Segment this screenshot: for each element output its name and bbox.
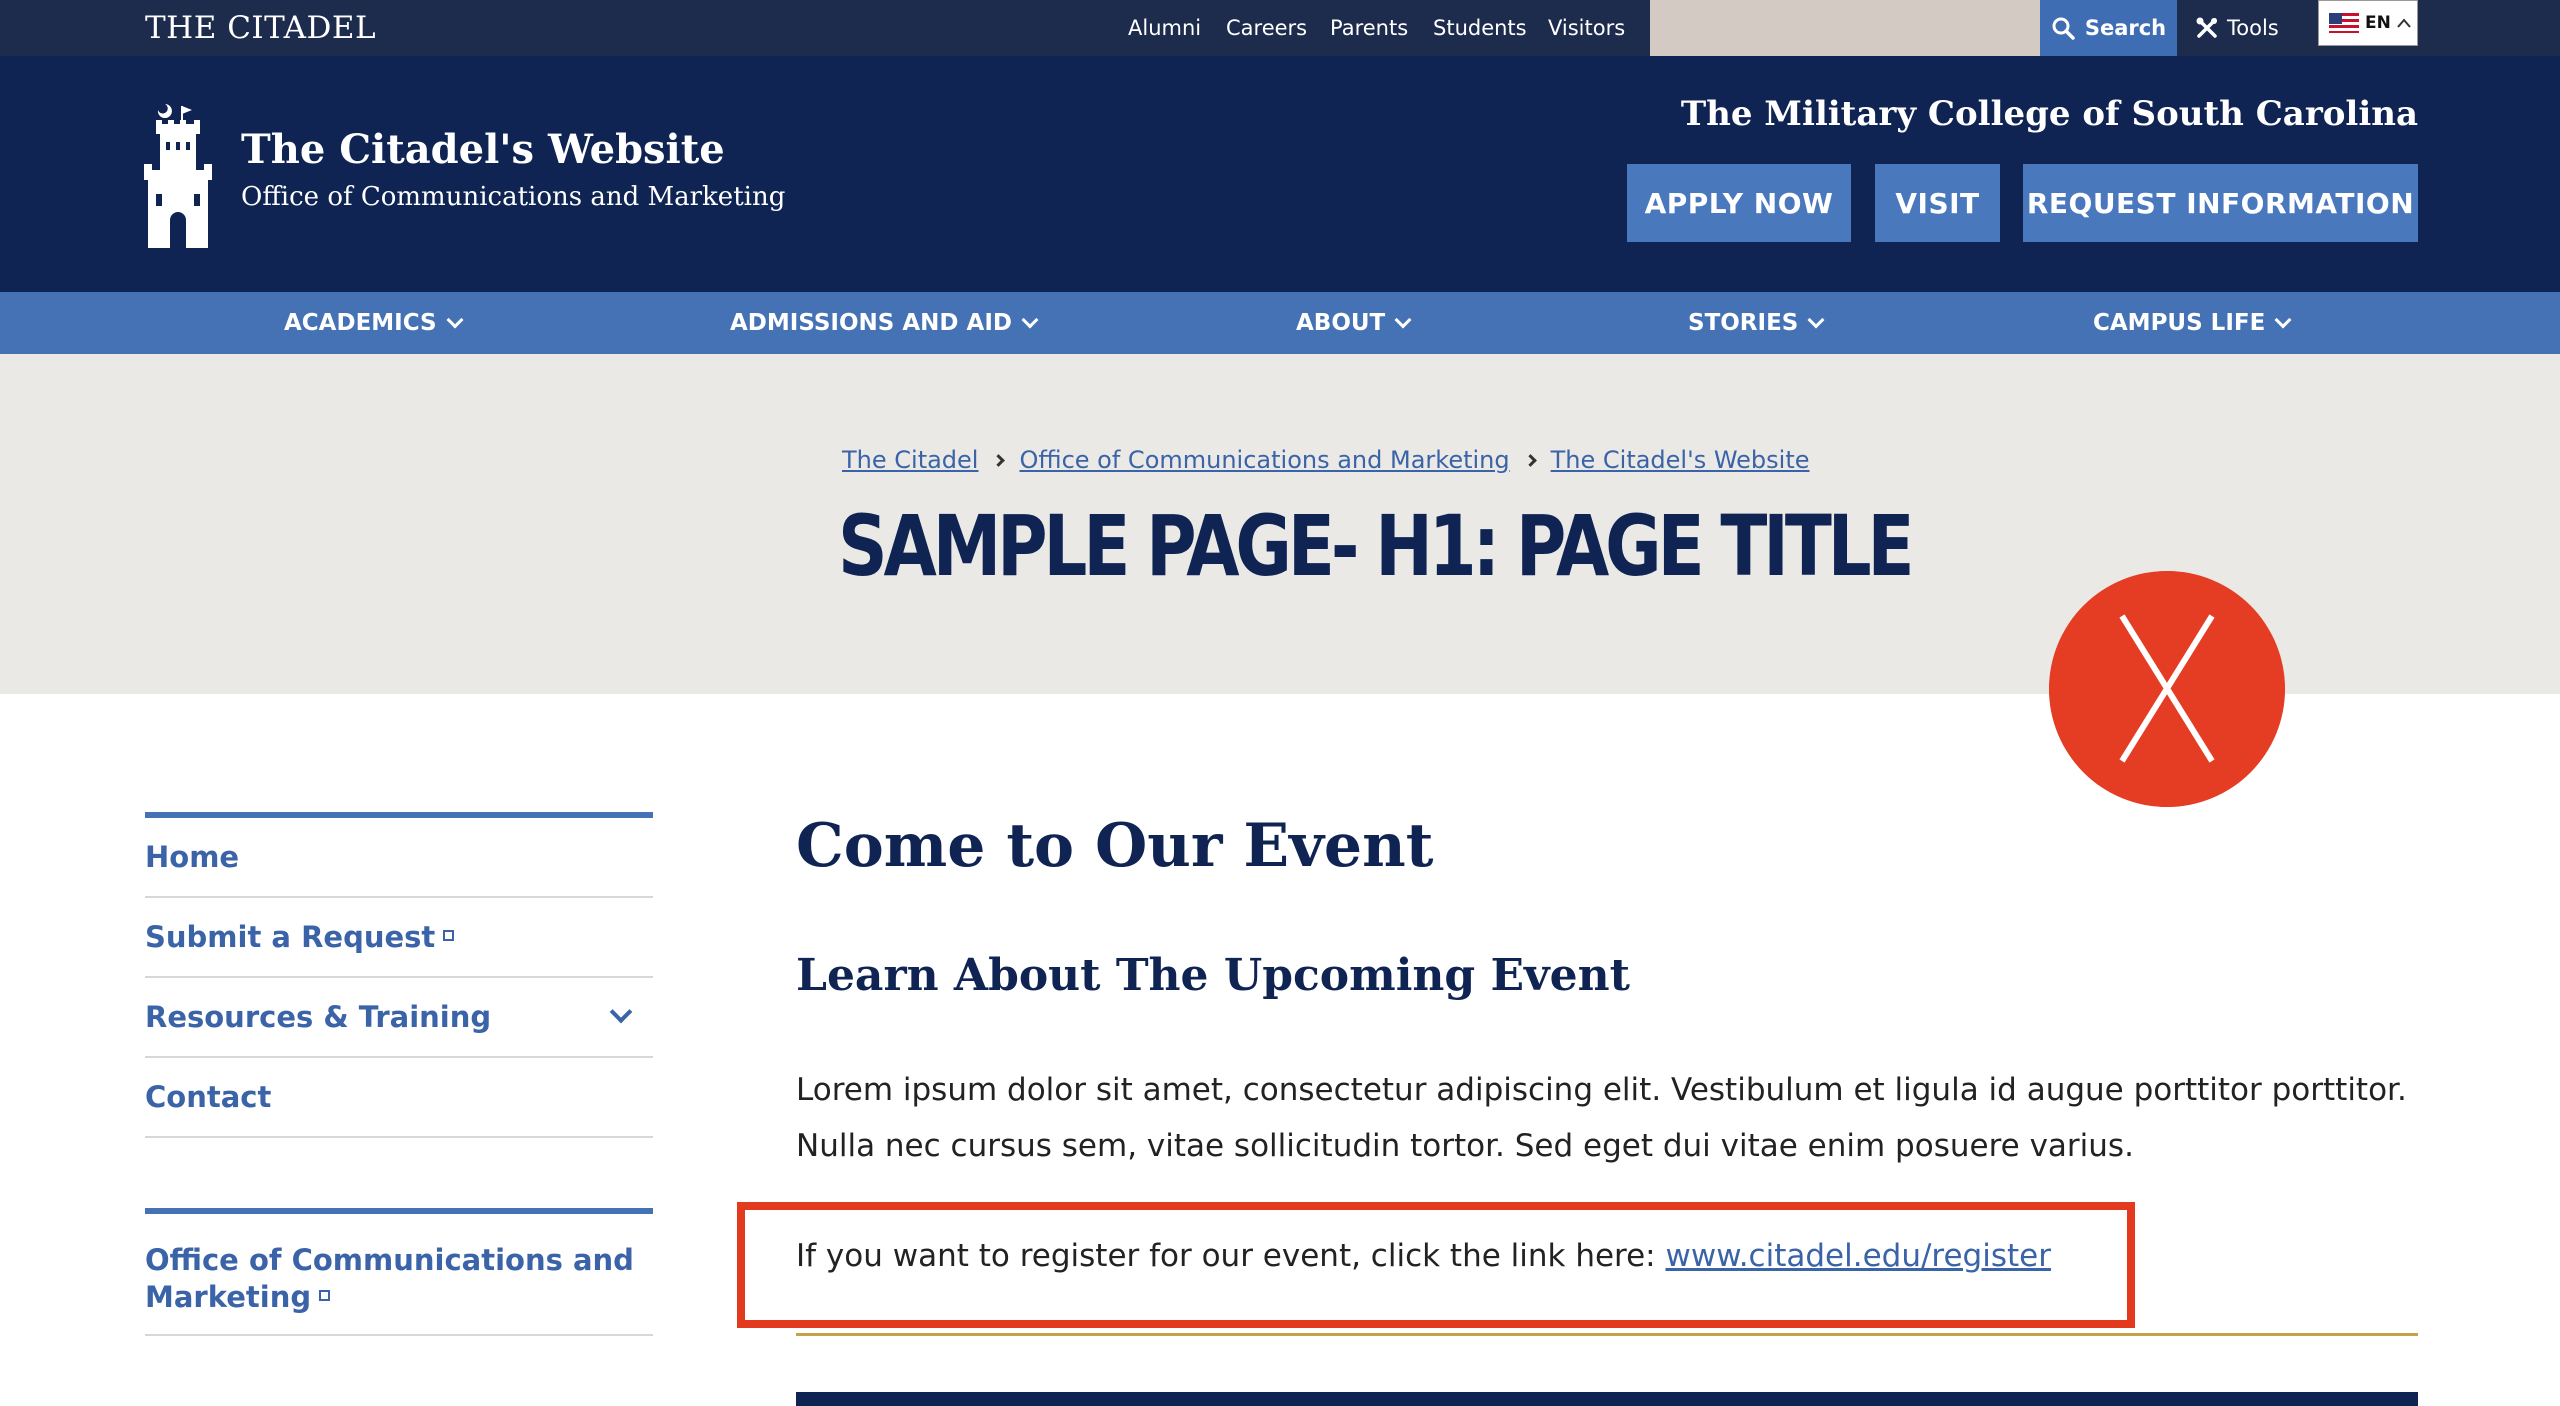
nav-academics[interactable]: ACADEMICS [284,292,464,354]
site-title[interactable]: The Citadel's Website [241,124,725,176]
sidebar-item-resources-training[interactable]: Resources & Training [145,978,653,1058]
language-selector[interactable]: EN [2318,0,2418,46]
nav-academics-label: ACADEMICS [284,310,437,336]
sidebar-item-label: Resources & Training [145,1000,492,1034]
chevron-down-icon [1394,311,1412,329]
language-label: EN [2365,13,2391,33]
chevron-down-icon [446,311,464,329]
nav-campus-life-label: CAMPUS LIFE [2093,310,2266,336]
nav-about[interactable]: ABOUT [1296,292,1412,354]
breadcrumb-link-citadel[interactable]: The Citadel [842,446,978,474]
chevron-right-icon [1523,453,1537,467]
sidebar-office-label: Office of Communications and Marketing [145,1243,634,1314]
util-link-careers[interactable]: Careers [1226,14,1307,42]
content-heading: Come to Our Event [796,811,1434,881]
chevron-down-icon [1021,311,1039,329]
search-button[interactable]: Search [2040,0,2177,56]
util-link-parents[interactable]: Parents [1330,14,1408,42]
tools-label: Tools [2227,16,2279,40]
visit-button[interactable]: VISIT [1875,164,2000,242]
masthead: The Citadel's Website Office of Communic… [0,56,2560,292]
request-information-button[interactable]: REQUEST INFORMATION [2023,164,2418,242]
chevron-up-icon [2397,18,2411,28]
chevron-down-icon [1807,311,1825,329]
nav-admissions-label: ADMISSIONS AND AID [730,310,1012,336]
sidebar-item-label: Contact [145,1080,272,1114]
tools-button[interactable]: Tools [2195,0,2279,56]
nav-stories-label: STORIES [1688,310,1799,336]
nav-stories[interactable]: STORIES [1688,292,1825,354]
apply-now-button[interactable]: APPLY NOW [1627,164,1851,242]
page-title: SAMPLE PAGE- H1: PAGE TITLE [838,497,1915,595]
tools-icon [2196,17,2217,38]
search-button-label: Search [2084,16,2167,40]
sidebar-item-home[interactable]: Home [145,818,653,898]
breadcrumb: The Citadel Office of Communications and… [842,446,1810,474]
content-subheading: Learn About The Upcoming Event [796,950,1630,1001]
chevron-right-icon [992,453,1006,467]
nav-about-label: ABOUT [1296,310,1386,336]
sidebar-item-label: Home [145,840,240,874]
breadcrumb-link-website[interactable]: The Citadel's Website [1551,446,1810,474]
utility-bar: THE CITADEL Alumni Careers Parents Stude… [0,0,2560,56]
gold-divider [796,1333,2418,1336]
college-tagline: The Military College of South Carolina [1680,94,2418,134]
util-link-visitors[interactable]: Visitors [1548,14,1625,42]
chevron-down-icon[interactable] [609,1000,633,1024]
chevron-down-icon [2274,311,2292,329]
sidebar-item-submit-request[interactable]: Submit a Request [145,898,653,978]
citadel-wordmark[interactable]: THE CITADEL [145,8,376,48]
util-link-students[interactable]: Students [1433,14,1527,42]
site-subtitle[interactable]: Office of Communications and Marketing [241,180,785,214]
external-link-icon [443,930,455,941]
x-mark-icon [2049,571,2285,807]
main-navigation: ACADEMICS ADMISSIONS AND AID ABOUT STORI… [0,292,2560,354]
castle-logo[interactable] [142,102,214,250]
us-flag-icon [2329,13,2359,33]
search-icon [2052,17,2075,40]
breadcrumb-link-office[interactable]: Office of Communications and Marketing [1019,446,1509,474]
search-input[interactable] [1650,0,2040,56]
sidebar-office-link[interactable]: Office of Communications and Marketing [145,1214,653,1336]
annotation-highlight-box [737,1202,2135,1328]
navy-strip [796,1392,2418,1406]
nav-campus-life[interactable]: CAMPUS LIFE [2093,292,2292,354]
office-sidebar: Office of Communications and Marketing [145,1208,653,1336]
external-link-icon [319,1290,331,1301]
sidebar-item-contact[interactable]: Contact [145,1058,653,1138]
section-sidebar: Home Submit a Request Resources & Traini… [145,812,653,1138]
content-paragraph: Lorem ipsum dolor sit amet, consectetur … [796,1072,2407,1164]
nav-admissions-and-aid[interactable]: ADMISSIONS AND AID [730,292,1039,354]
sidebar-item-label: Submit a Request [145,920,436,954]
util-link-alumni[interactable]: Alumni [1128,14,1201,42]
